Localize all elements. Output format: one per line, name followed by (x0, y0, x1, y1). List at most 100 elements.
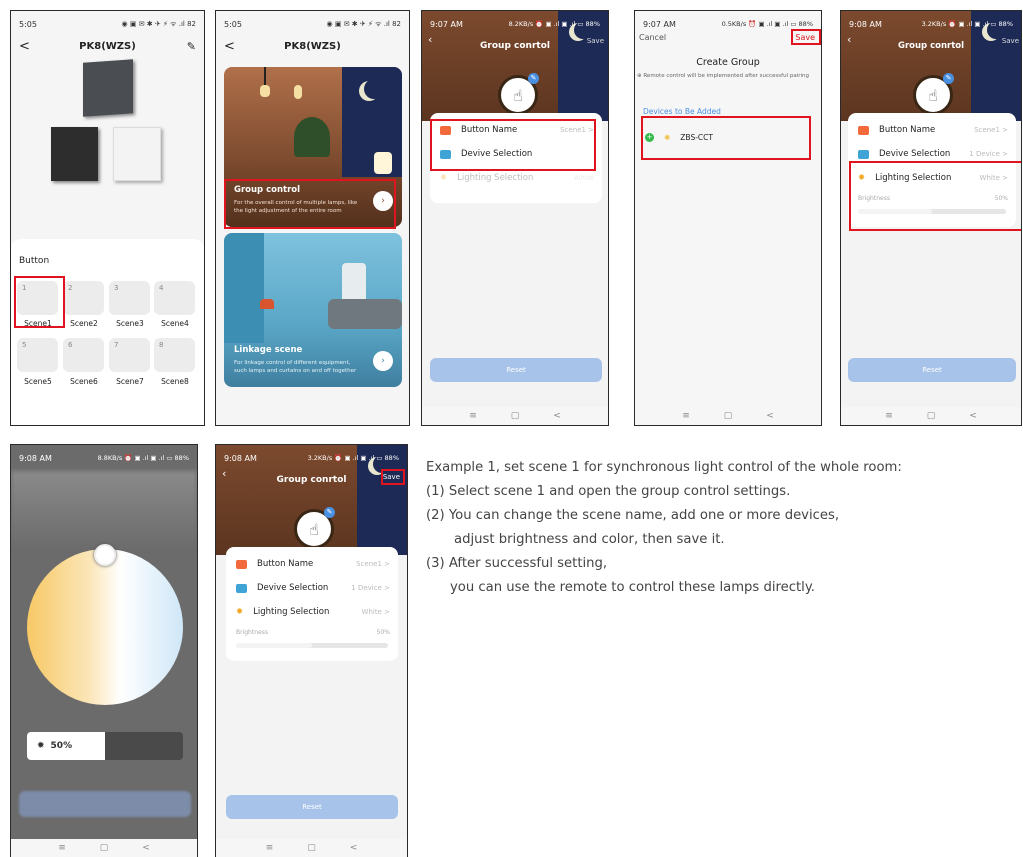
save-button[interactable]: Save (587, 37, 604, 45)
instruction-step: adjust brightness and color, then save i… (454, 532, 725, 547)
page-title: Group conrtol (276, 475, 347, 485)
screen-group-control: 9:07 AM 8.2KB/s ⏰ ▣ .ıl ▣ .ıl ▭ 88% ‹ Gr… (421, 10, 609, 426)
status-icons: 8.8KB/s ⏰ ▣ .ıl ▣ .ıl ▭ 88% (97, 454, 189, 462)
brightness-value: 50% (376, 629, 390, 636)
edit-badge-icon[interactable]: ✎ (324, 507, 335, 518)
status-icons: 8.2KB/s ⏰ ▣ .ıl ▣ .ıl ▭ 88% (508, 20, 600, 28)
scene-tile-4[interactable]: 4 (154, 281, 195, 315)
row-button-name[interactable]: Button Name Scene1 > (226, 553, 398, 575)
page-title: Group conrtol (897, 41, 965, 51)
linkage-scene-card[interactable]: Linkage scene For linkage control of dif… (224, 233, 402, 387)
row-button-name[interactable]: Button Name Scene1 > (848, 119, 1016, 141)
save-button[interactable]: Save (1002, 37, 1019, 45)
chevron-right-icon[interactable]: › (373, 351, 393, 371)
instruction-step: (2) You can change the scene name, add o… (426, 508, 840, 523)
scene-tile-6[interactable]: 6 (63, 338, 104, 372)
scene-label: Scene3 (116, 319, 144, 328)
button-card (11, 239, 204, 425)
scene-label: Scene6 (70, 377, 98, 386)
row-value: Scene1 > (356, 560, 390, 568)
menu-icon[interactable]: ≡ (682, 411, 690, 421)
highlight-save (381, 469, 405, 485)
row-label: Devive Selection (879, 149, 951, 159)
home-icon[interactable]: ▢ (927, 411, 936, 421)
back-nav-icon[interactable]: < (766, 411, 774, 421)
brightness-slider[interactable] (236, 643, 388, 648)
scene-tile-5[interactable]: 5 (17, 338, 58, 372)
sun-icon: ✹ (440, 173, 448, 183)
row-label: Lighting Selection (457, 173, 534, 183)
row-value: White (573, 174, 594, 182)
highlight-save (791, 29, 821, 45)
screen-scene-type: 5:05 ◉ ▣ ✉ ✱ ✈ ⚡ ᯤ .ıl 82 < PK8(WZS) Gro… (215, 10, 410, 426)
row-lighting-selection[interactable]: ✹ Lighting Selection White > (226, 601, 398, 623)
reset-button[interactable]: Reset (430, 358, 602, 382)
menu-icon[interactable]: ≡ (266, 843, 274, 853)
device-icon (236, 583, 247, 593)
blurred-background (11, 471, 197, 551)
color-wheel[interactable] (27, 549, 183, 705)
color-picker-handle[interactable] (94, 544, 116, 566)
status-time: 5:05 (224, 19, 242, 29)
home-icon[interactable]: ▢ (100, 843, 109, 853)
row-device-selection[interactable]: Devive Selection 1 Device > (226, 577, 398, 599)
lamp-icon (374, 152, 392, 174)
page-title: PK8(WZS) (79, 41, 136, 52)
highlight-device (641, 116, 811, 160)
edit-badge-icon[interactable]: ✎ (528, 73, 539, 84)
home-icon[interactable]: ▢ (307, 843, 316, 853)
status-bar: 9:07 AM 8.2KB/s ⏰ ▣ .ıl ▣ .ıl ▭ 88% (422, 11, 608, 37)
menu-icon[interactable]: ≡ (469, 411, 477, 421)
lamp-icon (294, 85, 302, 99)
sun-icon: ✹ (37, 741, 45, 751)
panel-image-white (113, 127, 161, 181)
highlight-scene1 (14, 276, 65, 328)
back-nav-icon[interactable]: < (969, 411, 977, 421)
status-bar: 9:08 AM 3.2KB/s ⏰ ▣ .ıl ▣ .ıl ▭ 88% (841, 11, 1021, 37)
screen-group-control-configured: 9:08 AM 3.2KB/s ⏰ ▣ .ıl ▣ .ıl ▭ 88% ‹ Gr… (840, 10, 1022, 426)
scene-num: 7 (114, 341, 119, 349)
highlight-group-control (224, 179, 396, 229)
edit-badge-icon[interactable]: ✎ (943, 73, 954, 84)
back-nav-icon[interactable]: < (350, 843, 358, 853)
status-time: 5:05 (19, 19, 37, 29)
row-value: 1 Device > (969, 150, 1008, 158)
lamp-icon (260, 85, 270, 97)
status-icons: 3.2KB/s ⏰ ▣ .ıl ▣ .ıl ▭ 88% (921, 20, 1013, 28)
cancel-button[interactable]: Cancel (639, 33, 666, 42)
instruction-step: you can use the remote to control these … (450, 580, 815, 595)
scene-label: Scene2 (70, 319, 98, 328)
scene-tile-7[interactable]: 7 (109, 338, 150, 372)
menu-icon[interactable]: ≡ (885, 411, 893, 421)
scene-tile-2[interactable]: 2 (63, 281, 104, 315)
section-title: Button (19, 256, 50, 266)
brightness-label: Brightness (236, 629, 268, 636)
moon-icon (364, 79, 384, 99)
reset-button[interactable]: Reset (848, 358, 1016, 382)
back-nav-icon[interactable]: < (142, 843, 150, 853)
status-bar: 9:08 AM 3.2KB/s ⏰ ▣ .ıl ▣ .ıl ▭ 88% (216, 445, 407, 471)
screen-create-group: 9:07 AM 0.5KB/s ⏰ ▣ .ıl ▣ .ıl ▭ 88% Canc… (634, 10, 822, 426)
status-icons: ◉ ▣ ✉ ✱ ✈ ⚡ ᯤ .ıl 82 (121, 19, 196, 28)
status-time: 9:08 AM (224, 453, 257, 463)
scene-tile-3[interactable]: 3 (109, 281, 150, 315)
linkage-desc: For linkage control of different equipme… (234, 360, 351, 366)
instruction-heading: Example 1, set scene 1 for synchronous l… (426, 460, 902, 475)
back-nav-icon[interactable]: < (553, 411, 561, 421)
screen-group-control-save: 9:08 AM 3.2KB/s ⏰ ▣ .ıl ▣ .ıl ▭ 88% ‹ Gr… (215, 444, 408, 857)
home-icon[interactable]: ▢ (511, 411, 520, 421)
reset-button[interactable]: Reset (226, 795, 398, 819)
menu-icon[interactable]: ≡ (58, 843, 66, 853)
brightness-bar[interactable]: ✹ 50% (27, 732, 183, 760)
name-icon (236, 559, 247, 569)
brightness-readout: ✹ 50% (37, 732, 72, 760)
status-bar: 5:05 ◉ ▣ ✉ ✱ ✈ ⚡ ᯤ .ıl 82 (11, 11, 204, 37)
status-icons: ◉ ▣ ✉ ✱ ✈ ⚡ ᯤ .ıl 82 (326, 19, 401, 28)
scene-label: Scene5 (24, 377, 52, 386)
home-icon[interactable]: ▢ (724, 411, 733, 421)
scene-num: 5 (22, 341, 27, 349)
edit-icon[interactable]: ✎ (187, 40, 196, 53)
scene-tile-8[interactable]: 8 (154, 338, 195, 372)
plant-icon (294, 117, 330, 157)
instruction-step: (3) After successful setting, (426, 556, 608, 571)
